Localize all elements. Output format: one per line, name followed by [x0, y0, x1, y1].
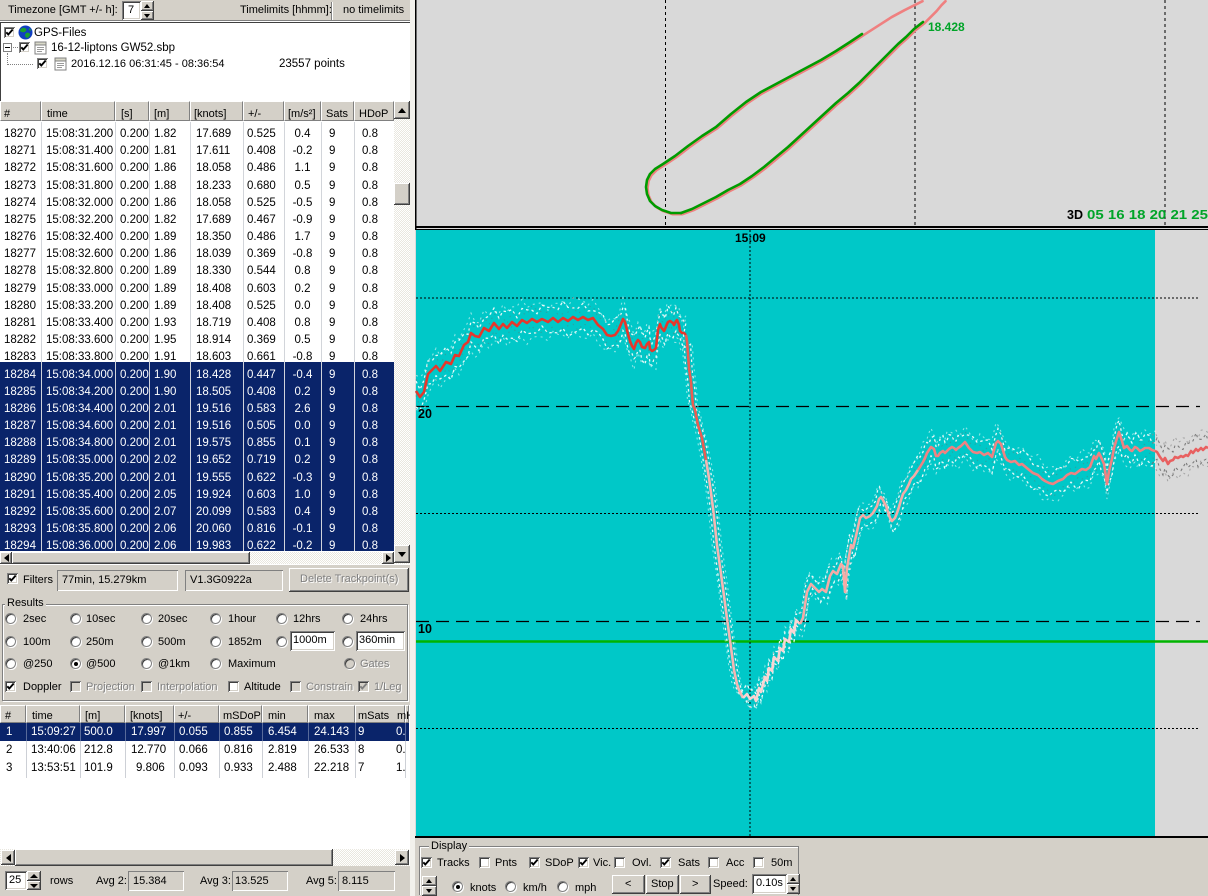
svg-text:10: 10	[418, 622, 432, 636]
svg-text:3D: 3D	[1067, 208, 1083, 222]
svg-text:15:09: 15:09	[735, 231, 766, 245]
svg-text:20: 20	[418, 407, 432, 421]
svg-text:05 16 18 20 21 25: 05 16 18 20 21 25	[1087, 208, 1208, 222]
svg-text:18.428: 18.428	[928, 20, 965, 34]
